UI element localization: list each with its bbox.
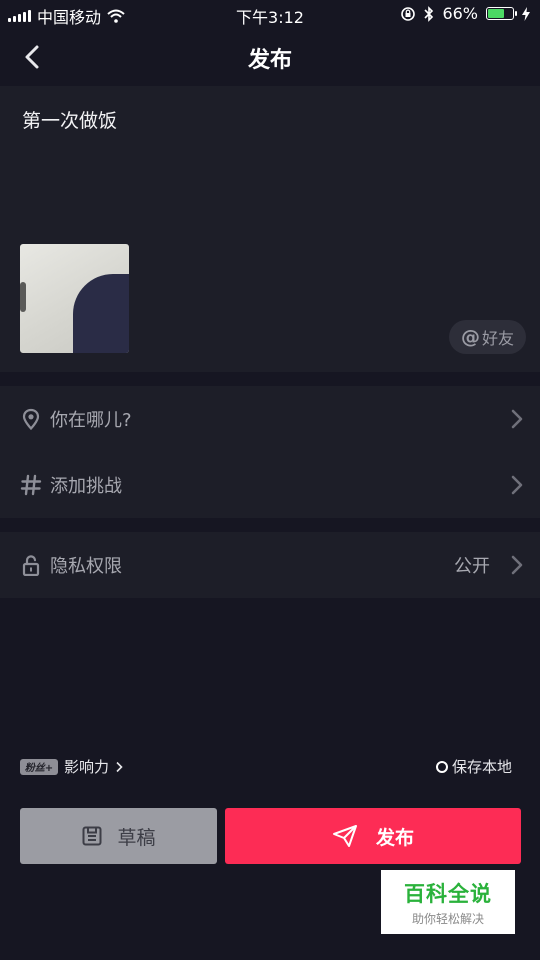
send-icon xyxy=(332,825,357,847)
influence-link[interactable]: 粉丝+ 影响力 xyxy=(20,756,123,777)
save-local-label: 保存本地 xyxy=(451,758,512,776)
privacy-group: 隐私权限 公开 xyxy=(0,532,540,598)
page-title: 发布 xyxy=(247,48,292,73)
draft-icon xyxy=(82,826,102,846)
influence-label: 影响力 xyxy=(64,758,110,776)
watermark-main: 百科全说 xyxy=(404,881,492,906)
mention-label: 好友 xyxy=(481,329,514,348)
battery-icon xyxy=(486,7,517,20)
bluetooth-icon xyxy=(424,5,434,22)
draft-button[interactable]: 草稿 xyxy=(20,808,217,864)
chevron-right-icon xyxy=(511,409,523,429)
publish-button[interactable]: 发布 xyxy=(225,808,521,864)
battery-percent: 66% xyxy=(442,4,478,23)
publish-label: 发布 xyxy=(375,826,414,849)
challenge-row[interactable]: 添加挑战 xyxy=(0,452,540,518)
orientation-lock-icon xyxy=(401,6,416,21)
unlock-icon xyxy=(22,555,40,576)
privacy-row[interactable]: 隐私权限 公开 xyxy=(0,532,540,598)
hashtag-icon xyxy=(20,474,42,496)
radio-icon[interactable] xyxy=(435,760,448,773)
header: 发布 xyxy=(0,28,540,86)
chevron-right-icon xyxy=(116,761,123,772)
chevron-right-icon xyxy=(511,475,523,495)
mention-friends-button[interactable]: @ 好友 xyxy=(448,320,526,354)
draft-label: 草稿 xyxy=(117,826,156,849)
privacy-value: 公开 xyxy=(454,556,490,577)
chevron-right-icon xyxy=(511,555,523,575)
post-editor: 第一次做饭 @ 好友 xyxy=(0,86,540,372)
location-row[interactable]: 你在哪儿? xyxy=(0,386,540,452)
privacy-label: 隐私权限 xyxy=(50,556,122,577)
chevron-left-icon[interactable] xyxy=(18,42,48,72)
save-local-toggle[interactable]: 保存本地 xyxy=(435,756,512,777)
at-icon: @ xyxy=(460,326,480,348)
charging-icon xyxy=(522,6,530,21)
caption-input[interactable]: 第一次做饭 xyxy=(22,106,117,133)
watermark: 百科全说 助你轻松解决 xyxy=(381,870,515,934)
challenge-label: 添加挑战 xyxy=(50,476,122,497)
fans-plus-badge: 粉丝+ xyxy=(20,758,58,775)
location-pin-icon xyxy=(22,408,40,430)
video-thumbnail[interactable] xyxy=(20,244,129,353)
watermark-sub: 助你轻松解决 xyxy=(411,911,484,926)
location-label: 你在哪儿? xyxy=(50,410,132,431)
status-bar: 中国移动 下午3:12 66% xyxy=(0,0,540,28)
options-group: 你在哪儿? 添加挑战 xyxy=(0,386,540,518)
